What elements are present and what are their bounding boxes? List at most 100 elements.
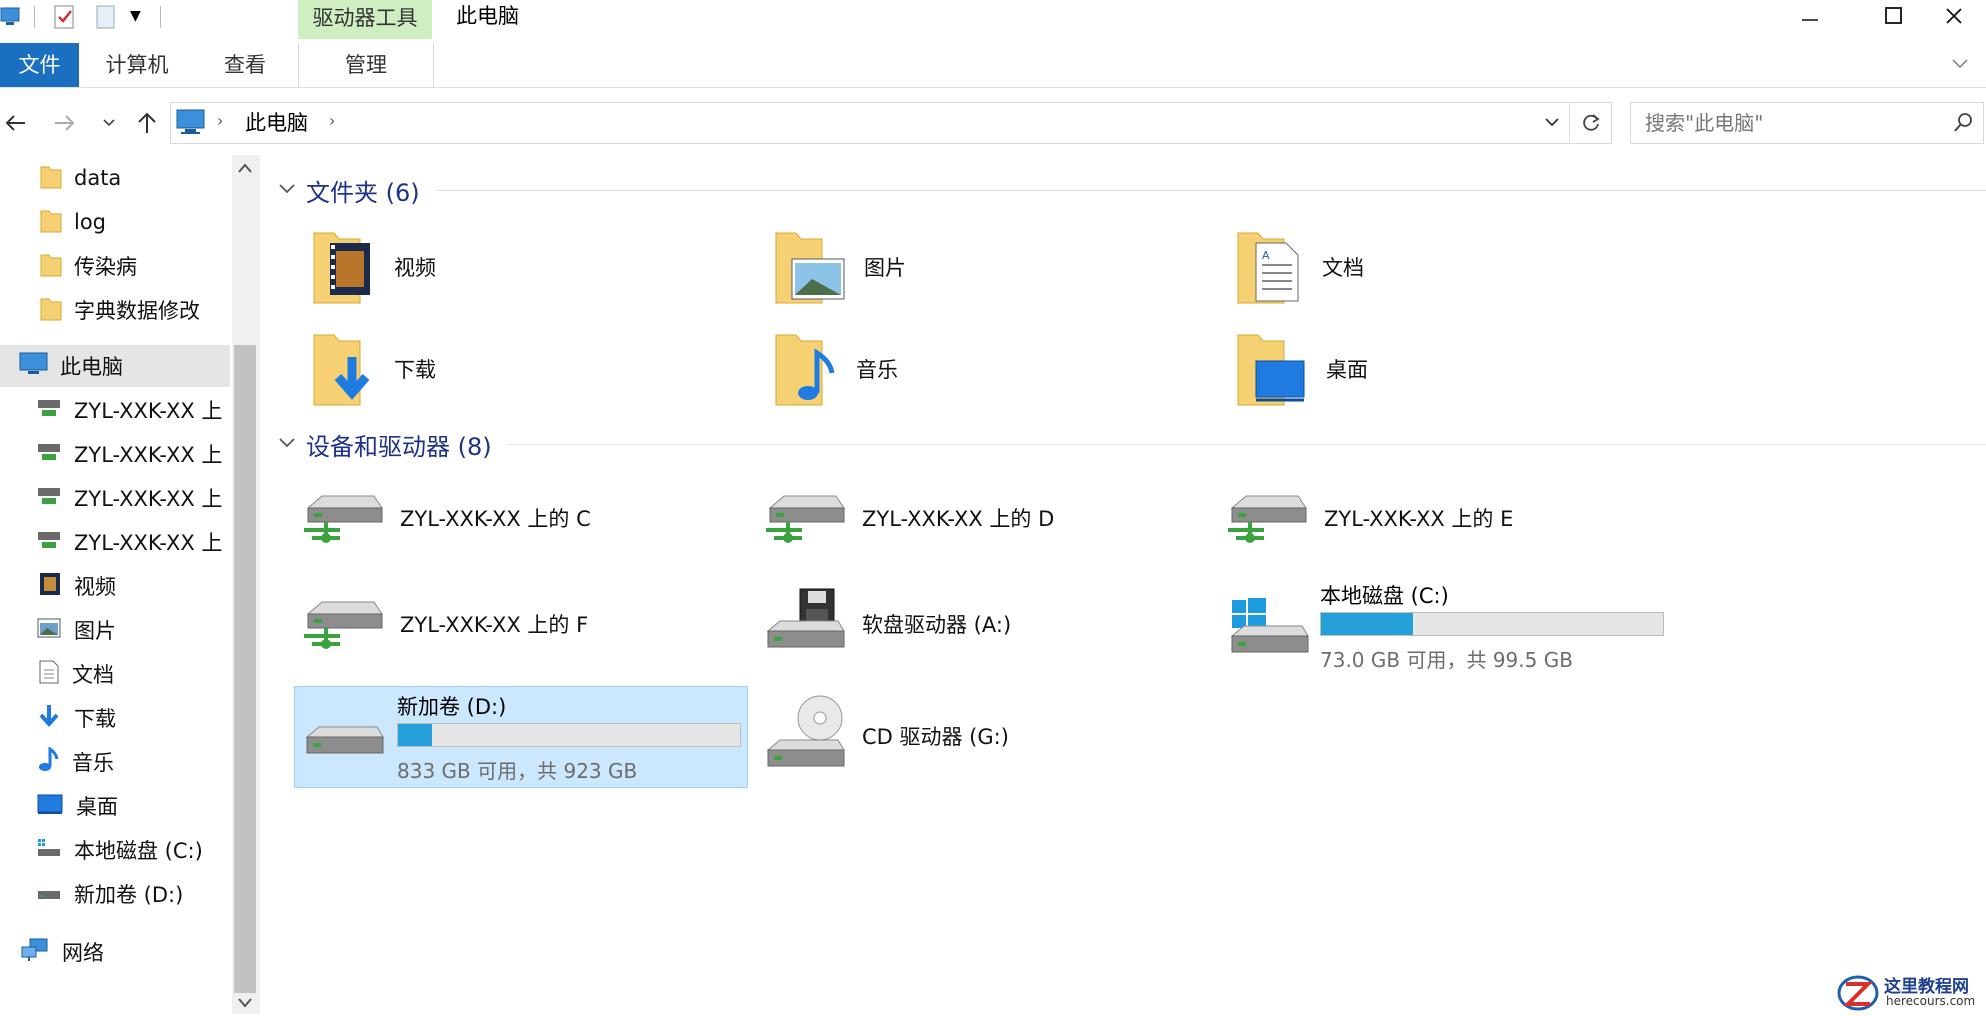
- drive-tile-local-disk-c[interactable]: 本地磁盘 (C:) 73.0 GB 可用，共 99.5 GB: [1224, 574, 1684, 674]
- new-folder-icon[interactable]: [94, 2, 118, 30]
- windows-drive-icon: [1226, 596, 1312, 666]
- window-title: 此电脑: [456, 4, 519, 28]
- tab-manage[interactable]: 管理: [298, 43, 434, 88]
- network-drive-icon: [36, 486, 62, 510]
- scroll-down-icon[interactable]: [236, 994, 254, 1016]
- close-button[interactable]: [1922, 0, 1986, 32]
- cd-drive-icon: [762, 694, 848, 778]
- sidebar-item-dict-edit[interactable]: 字典数据修改: [0, 289, 230, 331]
- folder-tile-desktop[interactable]: 桌面: [1236, 328, 1656, 410]
- drive-name: ZYL-XXK-XX 上的 E: [1324, 507, 1514, 531]
- chevron-down-icon[interactable]: [278, 181, 296, 200]
- sidebar-item-infectious[interactable]: 传染病: [0, 245, 230, 287]
- downloads-folder-icon: [312, 327, 376, 411]
- up-button[interactable]: [132, 100, 162, 146]
- folder-name: 视频: [394, 256, 436, 280]
- folder-icon: [40, 207, 62, 237]
- desktop-folder-icon: [1236, 327, 1308, 411]
- drive-tile-network-c[interactable]: ZYL-XXK-XX 上的 C: [300, 490, 720, 546]
- forward-button[interactable]: [50, 100, 80, 146]
- drive-name: 新加卷 (D:): [397, 695, 507, 719]
- sidebar-item-music[interactable]: 音乐: [0, 741, 230, 783]
- separator: [34, 6, 35, 28]
- breadcrumb-chevron-icon[interactable]: ›: [217, 111, 223, 130]
- sidebar-item-downloads[interactable]: 下载: [0, 697, 230, 739]
- breadcrumb-chevron-icon[interactable]: ›: [329, 111, 335, 130]
- drive-usage-fill: [1321, 613, 1414, 635]
- address-dropdown-icon[interactable]: [1543, 113, 1561, 135]
- refresh-icon[interactable]: [1579, 111, 1603, 139]
- drive-name: ZYL-XXK-XX 上的 F: [400, 613, 589, 637]
- sidebar-item-this-pc[interactable]: 此电脑: [0, 345, 230, 387]
- folder-icon: [40, 295, 62, 325]
- folder-tile-pictures[interactable]: 图片: [774, 226, 1194, 308]
- drive-usage-fill: [398, 724, 433, 746]
- floppy-drive-icon: [762, 587, 848, 661]
- sidebar-item-label: 图片: [74, 619, 116, 643]
- breadcrumb-this-pc[interactable]: 此电脑: [245, 103, 308, 143]
- group-header-devices[interactable]: 设备和驱动器 (8): [278, 426, 1986, 462]
- address-bar[interactable]: › 此电脑 ›: [170, 102, 1612, 144]
- computer-icon: [175, 107, 207, 141]
- folder-tile-downloads[interactable]: 下载: [312, 328, 732, 410]
- sidebar-item-new-volume-d[interactable]: 新加卷 (D:): [0, 873, 230, 915]
- separator: [160, 6, 161, 28]
- drive-name: CD 驱动器 (G:): [862, 725, 1009, 749]
- folder-name: 桌面: [1326, 358, 1368, 382]
- sidebar-item-network[interactable]: 网络: [0, 931, 230, 973]
- folder-tile-documents[interactable]: A 文档: [1236, 226, 1656, 308]
- maximize-button[interactable]: [1862, 0, 1926, 32]
- watermark-url: herecours.com: [1886, 994, 1976, 1008]
- folder-tile-music[interactable]: 音乐: [774, 328, 1194, 410]
- drive-usage-bar: [397, 723, 741, 747]
- sidebar-item-local-disk-c[interactable]: 本地磁盘 (C:): [0, 829, 230, 871]
- customize-quick-access-icon[interactable]: ▼: [130, 8, 141, 24]
- recent-locations-button[interactable]: [100, 100, 118, 146]
- videos-folder-icon: [312, 225, 376, 309]
- folder-icon: [40, 251, 62, 281]
- minimize-button[interactable]: [1778, 0, 1842, 32]
- sidebar-item-network-drive-f[interactable]: ZYL-XXK-XX 上: [0, 521, 230, 563]
- network-drive-icon: [36, 398, 62, 422]
- sidebar-item-label: 音乐: [72, 751, 114, 775]
- scroll-up-icon[interactable]: [236, 160, 254, 182]
- computer-icon[interactable]: [0, 2, 22, 30]
- tab-view[interactable]: 查看: [203, 43, 287, 87]
- sidebar-item-network-drive-d[interactable]: ZYL-XXK-XX 上: [0, 433, 230, 475]
- sidebar-item-data[interactable]: data: [0, 157, 230, 199]
- search-icon[interactable]: [1953, 112, 1975, 138]
- download-icon: [36, 703, 62, 733]
- sidebar-item-pictures[interactable]: 图片: [0, 609, 230, 651]
- search-box[interactable]: 搜索"此电脑": [1630, 102, 1984, 144]
- drive-name: ZYL-XXK-XX 上的 C: [400, 507, 591, 531]
- folder-name: 下载: [394, 358, 436, 382]
- music-icon: [38, 746, 60, 777]
- sidebar-item-log[interactable]: log: [0, 201, 230, 243]
- tab-file[interactable]: 文件: [0, 43, 79, 87]
- drive-tile-network-e[interactable]: ZYL-XXK-XX 上的 E: [1224, 490, 1644, 546]
- documents-folder-icon: A: [1236, 225, 1304, 309]
- tab-computer[interactable]: 计算机: [85, 43, 189, 87]
- sidebar-item-videos[interactable]: 视频: [0, 565, 230, 607]
- sidebar-item-network-drive-e[interactable]: ZYL-XXK-XX 上: [0, 477, 230, 519]
- sidebar-item-label: 此电脑: [60, 355, 123, 379]
- drive-tile-cd-g[interactable]: CD 驱动器 (G:): [762, 694, 1182, 778]
- sidebar-item-desktop[interactable]: 桌面: [0, 785, 230, 827]
- sidebar-item-label: log: [74, 210, 107, 234]
- sidebar-item-documents[interactable]: 文档: [0, 653, 230, 695]
- sidebar-scroll-thumb[interactable]: [234, 345, 256, 993]
- folder-name: 图片: [864, 256, 906, 280]
- folder-tile-videos[interactable]: 视频: [312, 226, 732, 308]
- sidebar-item-network-drive-c[interactable]: ZYL-XXK-XX 上: [0, 389, 230, 431]
- drive-tile-network-d[interactable]: ZYL-XXK-XX 上的 D: [762, 490, 1182, 546]
- drive-usage-bar: [1320, 612, 1664, 636]
- group-divider: [435, 189, 1986, 191]
- expand-ribbon-icon[interactable]: [1950, 53, 1970, 77]
- group-header-folders[interactable]: 文件夹 (6): [278, 172, 1986, 208]
- drive-tile-network-f[interactable]: ZYL-XXK-XX 上的 F: [300, 596, 720, 652]
- properties-icon[interactable]: [52, 2, 78, 30]
- drive-tile-new-volume-d[interactable]: 新加卷 (D:) 833 GB 可用，共 923 GB: [294, 686, 748, 788]
- back-button[interactable]: [0, 100, 30, 146]
- drive-tile-floppy-a[interactable]: 软盘驱动器 (A:): [762, 587, 1182, 661]
- chevron-down-icon[interactable]: [278, 435, 296, 454]
